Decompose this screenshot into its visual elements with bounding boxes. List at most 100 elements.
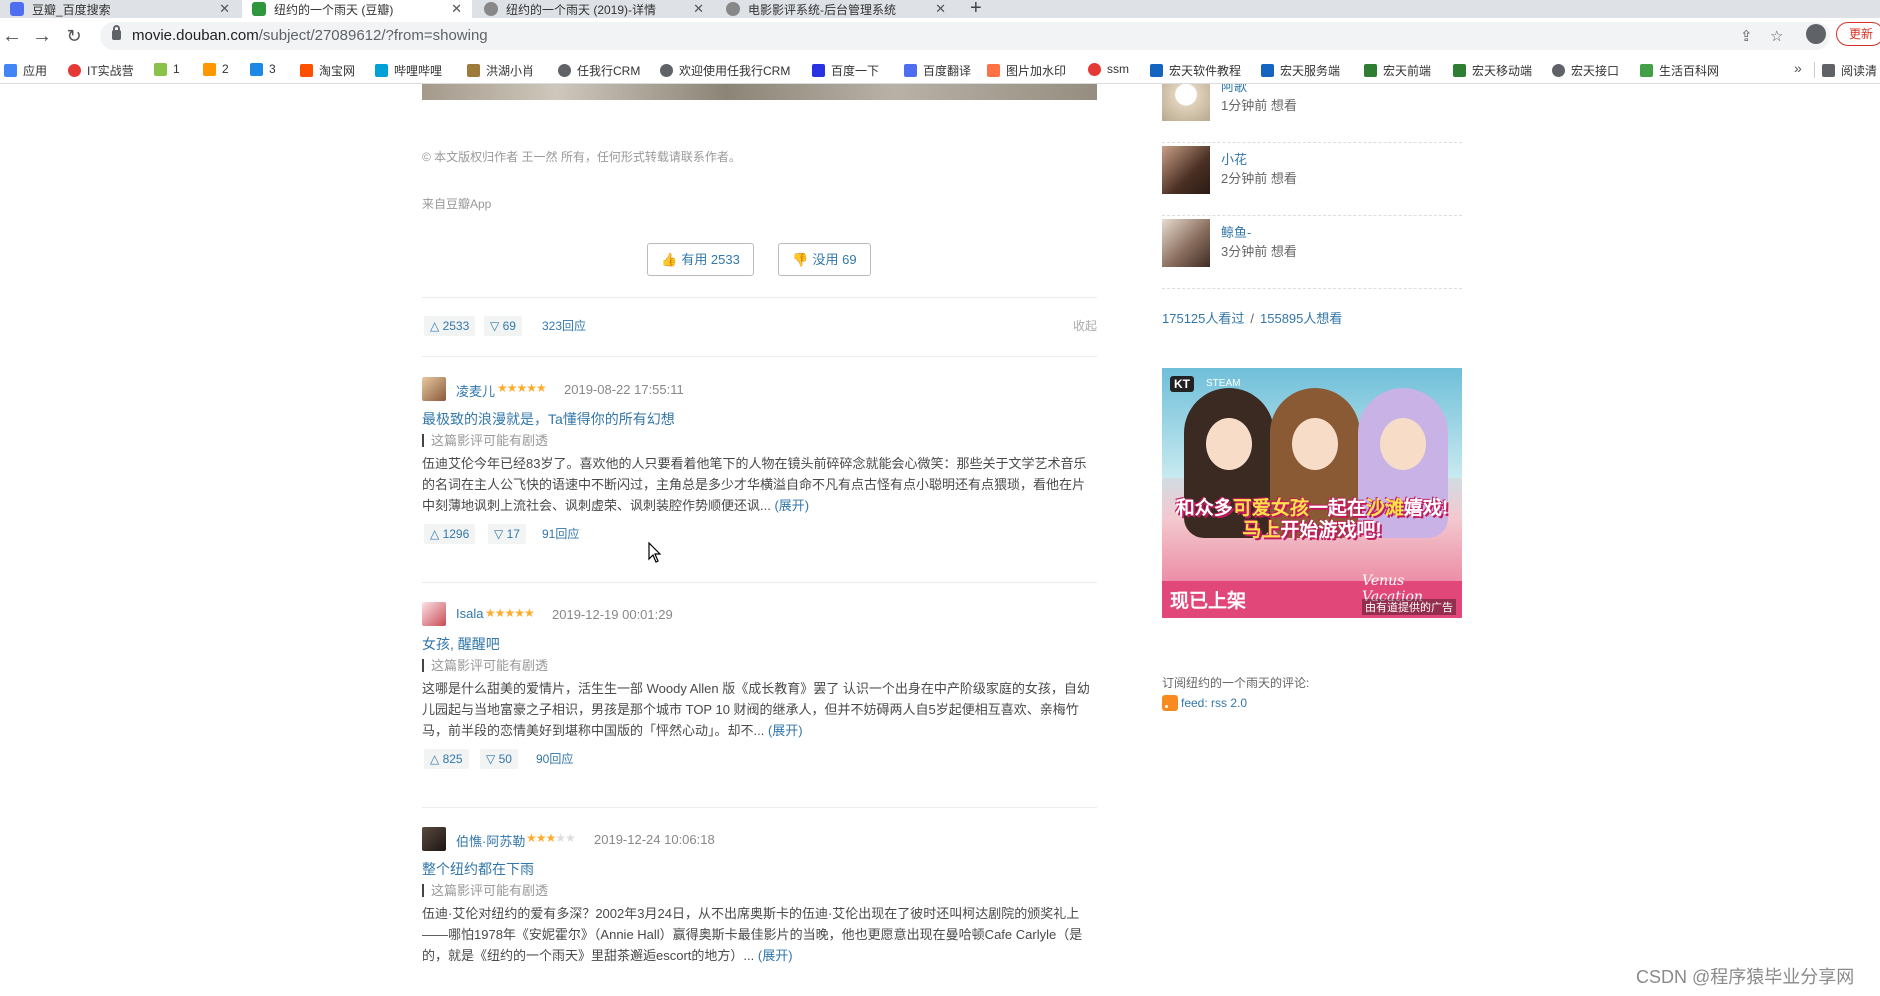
bookmark-taobao[interactable]: 淘宝网	[300, 62, 355, 79]
tab-baidu-search[interactable]: 豆瓣_百度搜索 ✕	[0, 0, 240, 18]
replies-link[interactable]: 90回应	[536, 749, 573, 769]
reading-list-icon	[1822, 64, 1835, 77]
upvote-button[interactable]: △ 1296	[424, 524, 476, 544]
url-input[interactable]: movie.douban.com/subject/27089612/?from=…	[100, 22, 1830, 50]
close-icon[interactable]: ✕	[935, 1, 946, 17]
downvote-button[interactable]: ▽ 69	[484, 316, 522, 336]
bookmark-label: 宏天移动端	[1472, 64, 1533, 78]
bookmark-baidu-translate[interactable]: 百度翻译	[904, 62, 971, 79]
review-title[interactable]: 女孩, 醒醒吧	[422, 634, 500, 654]
review-title[interactable]: 最极致的浪漫就是，Ta懂得你的所有幻想	[422, 409, 675, 429]
tab-admin[interactable]: 电影影评系统-后台管理系统 ✕	[716, 0, 956, 18]
replies-link[interactable]: 323回应	[542, 316, 586, 336]
bookmark-itshizhan[interactable]: IT实战营	[68, 62, 134, 79]
profile-avatar-icon[interactable]	[1806, 24, 1826, 44]
wisher-name[interactable]: 鲸鱼-	[1221, 222, 1251, 241]
wisher-name[interactable]: 阿歌	[1221, 84, 1247, 95]
bookmark-crm[interactable]: 任我行CRM	[558, 62, 640, 79]
bookmark-life-wiki[interactable]: 生活百科网	[1640, 62, 1719, 79]
ad-now-available: 现已上架	[1170, 591, 1247, 612]
new-tab-button[interactable]: +	[970, 0, 982, 20]
bookmark-watermark[interactable]: 图片加水印	[987, 62, 1066, 79]
bookmark-honghu[interactable]: 洪湖小肖	[467, 62, 534, 79]
upvote-button[interactable]: △ 825	[424, 749, 469, 769]
thumbs-up-icon: 👍	[661, 252, 678, 267]
want-count-link[interactable]: 155895人想看	[1260, 311, 1342, 326]
collapse-link[interactable]: 收起	[1073, 316, 1097, 336]
upvote-button[interactable]: △ 2533	[424, 316, 476, 336]
more-bookmarks-button[interactable]: »	[1794, 60, 1802, 76]
review-photo	[422, 84, 1097, 100]
rating-stars: ★★★★★	[526, 831, 576, 845]
bookmark-label: 百度一下	[831, 64, 880, 78]
slogan-part: 和众多	[1175, 498, 1233, 519]
review-title[interactable]: 整个纽约都在下雨	[422, 859, 534, 879]
tab-title: 纽约的一个雨天 (豆瓣)	[274, 2, 394, 17]
bookmark-hongtian-api[interactable]: 宏天接口	[1552, 62, 1619, 79]
share-icon[interactable]: ⇪	[1740, 27, 1753, 45]
bookmark-hongtian-mobile[interactable]: 宏天移动端	[1453, 62, 1532, 79]
avatar[interactable]	[1162, 146, 1210, 194]
bookmark-crm-welcome[interactable]: 欢迎使用任我行CRM	[660, 62, 790, 79]
globe-icon	[484, 2, 498, 16]
slogan-highlight: 可爱女孩	[1232, 498, 1309, 519]
wisher-name[interactable]: 小花	[1221, 149, 1247, 168]
reading-list-label: 阅读清	[1841, 64, 1878, 78]
bookmark-ssm[interactable]: ssm	[1088, 62, 1129, 76]
bookmark-baidu[interactable]: 百度一下	[812, 62, 879, 79]
forward-arrow-icon[interactable]: →	[30, 24, 54, 48]
bookmark-hongtian-frontend[interactable]: 宏天前端	[1364, 62, 1431, 79]
slogan-part: 开始游戏吧!	[1280, 520, 1382, 541]
close-icon[interactable]: ✕	[451, 1, 462, 17]
review-author[interactable]: 伯憔·阿苏勒	[456, 831, 525, 850]
bookmark-2[interactable]: 2	[203, 62, 229, 76]
from-app-note: 来自豆瓣App	[422, 197, 492, 211]
reading-list[interactable]: 阅读清	[1822, 62, 1877, 79]
update-button[interactable]: 更新	[1836, 22, 1880, 46]
bookmark-label: 图片加水印	[1006, 64, 1067, 78]
expand-link[interactable]: (展开)	[774, 498, 809, 513]
reload-icon[interactable]: ↻	[62, 24, 86, 48]
bookmark-label: 3	[269, 62, 276, 76]
avatar[interactable]	[1162, 84, 1210, 121]
useless-button[interactable]: 👎 没用 69	[778, 243, 871, 276]
slogan-part: 嬉戏!	[1403, 498, 1449, 519]
back-arrow-icon[interactable]: ←	[0, 24, 24, 48]
bookmark-3[interactable]: 3	[250, 62, 276, 76]
rating-stars: ★★★★★	[497, 381, 547, 395]
rss-feed-link[interactable]: feed: rss 2.0	[1162, 695, 1247, 711]
expand-link[interactable]: (展开)	[768, 723, 803, 738]
tab-detail[interactable]: 纽约的一个雨天 (2019)-详情 ✕	[474, 0, 714, 18]
globe-icon	[1552, 64, 1565, 77]
avatar[interactable]	[1162, 219, 1210, 267]
replies-link[interactable]: 91回应	[542, 524, 579, 544]
bookmark-label: 淘宝网	[319, 64, 356, 78]
advertisement-banner[interactable]: KT STEAM 和众多可爱女孩一起在沙滩嬉戏! 马上开始游戏吧! 现已上架 V…	[1162, 368, 1462, 618]
close-icon[interactable]: ✕	[219, 1, 230, 17]
close-icon[interactable]: ✕	[693, 1, 704, 17]
ad-slogan: 和众多可爱女孩一起在沙滩嬉戏! 马上开始游戏吧!	[1170, 498, 1454, 542]
vue-icon	[1453, 64, 1466, 77]
useful-button[interactable]: 👍 有用 2533	[647, 243, 754, 276]
review-author[interactable]: Isala	[456, 606, 483, 621]
bookmark-apps[interactable]: 应用	[4, 62, 47, 79]
expand-link[interactable]: (展开)	[758, 948, 793, 963]
avatar[interactable]	[422, 377, 446, 401]
tab-douban-movie[interactable]: 纽约的一个雨天 (豆瓣) ✕	[242, 0, 472, 18]
star-icon[interactable]: ☆	[1770, 27, 1783, 45]
review-author[interactable]: 凌麦儿	[456, 381, 495, 400]
seen-count-link[interactable]: 175125人看过	[1162, 311, 1244, 326]
downvote-button[interactable]: ▽ 50	[480, 749, 518, 769]
bookmark-hongtian-tutorial[interactable]: 宏天软件教程	[1150, 62, 1241, 79]
bookmark-label: 宏天前端	[1383, 64, 1432, 78]
apps-icon	[4, 64, 17, 77]
baidu-icon	[812, 64, 825, 77]
watermark-tool-icon	[987, 64, 1000, 77]
slogan-part: 一起在	[1308, 498, 1366, 519]
bookmark-hongtian-server[interactable]: 宏天服务端	[1261, 62, 1340, 79]
avatar[interactable]	[422, 602, 446, 626]
downvote-button[interactable]: ▽ 17	[488, 524, 526, 544]
avatar[interactable]	[422, 827, 446, 851]
bookmark-bilibili[interactable]: 哔哩哔哩	[375, 62, 442, 79]
bookmark-1[interactable]: 1	[154, 62, 180, 76]
